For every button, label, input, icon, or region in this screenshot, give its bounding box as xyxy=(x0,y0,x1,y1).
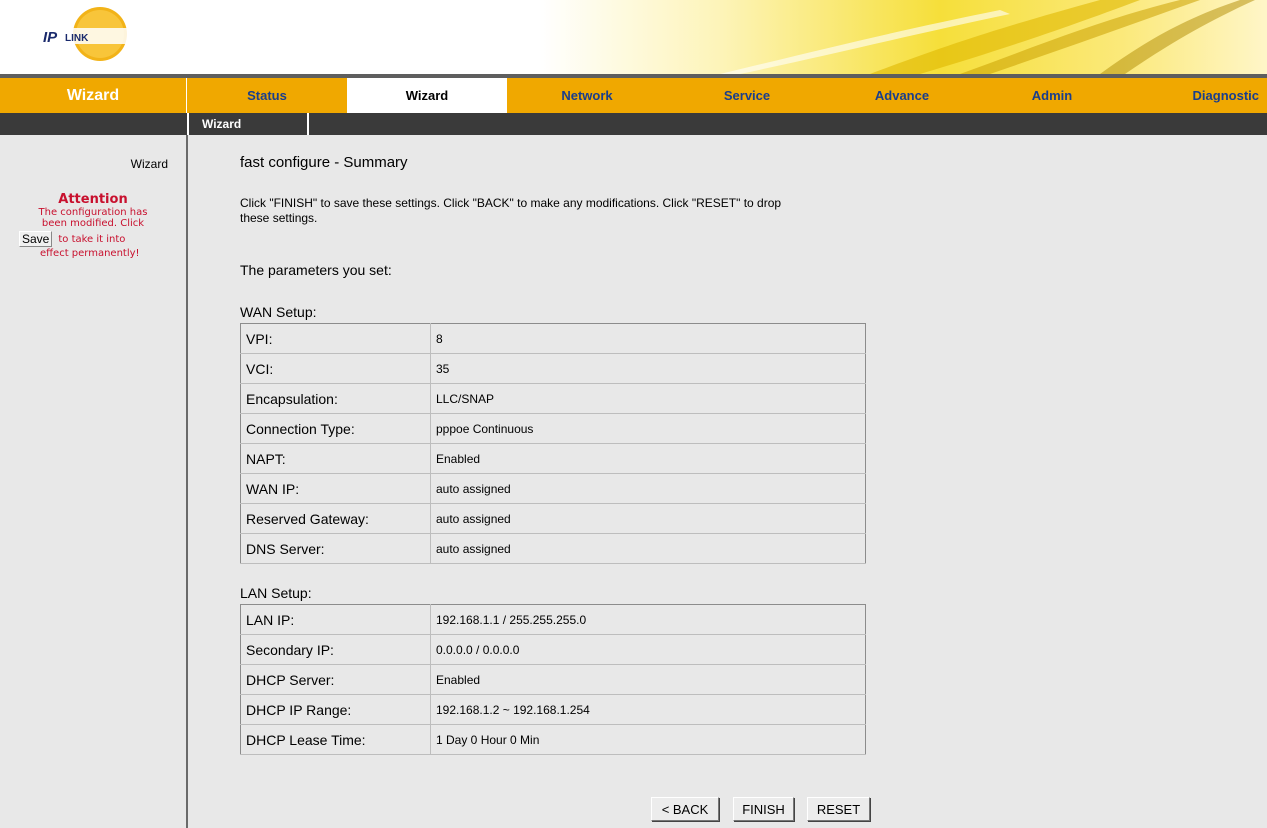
save-row: Save to take it into effect permanently! xyxy=(0,231,186,259)
reset-button[interactable]: RESET xyxy=(807,797,870,821)
subtab-wizard[interactable]: Wizard xyxy=(187,113,309,135)
row-label: DHCP Lease Time: xyxy=(240,724,431,755)
wan-setup-heading: WAN Setup: xyxy=(240,304,317,320)
row-label: DHCP IP Range: xyxy=(240,694,431,725)
tab-advance[interactable]: Advance xyxy=(827,78,977,113)
row-label: LAN IP: xyxy=(240,604,431,635)
row-value: 0.0.0.0 / 0.0.0.0 xyxy=(430,634,866,665)
attention-text-line: The configuration has xyxy=(38,207,148,218)
table-row: VCI: 35 xyxy=(240,353,866,384)
save-button[interactable]: Save xyxy=(19,231,53,247)
sidebar-item-wizard[interactable]: Wizard xyxy=(131,157,168,171)
table-row: DHCP IP Range: 192.168.1.2 ~ 192.168.1.25… xyxy=(240,694,866,725)
sidebar: Wizard Attention The configuration has b… xyxy=(0,135,188,828)
row-value: Enabled xyxy=(430,664,866,695)
svg-text:LINK: LINK xyxy=(65,33,89,44)
top-nav-bar: Wizard Status Wizard Network Service Adv… xyxy=(0,74,1267,113)
row-label: VPI: xyxy=(240,323,431,354)
lan-summary-table: LAN IP: 192.168.1.1 / 255.255.255.0 Secon… xyxy=(240,604,866,755)
row-label: NAPT: xyxy=(240,443,431,474)
lan-setup-heading: LAN Setup: xyxy=(240,585,312,601)
attention-text-line: to take it into xyxy=(58,234,126,245)
header-banner: IP LINK xyxy=(0,0,1267,74)
row-value: auto assigned xyxy=(430,473,866,504)
row-value: 192.168.1.2 ~ 192.168.1.254 xyxy=(430,694,866,725)
row-value: 8 xyxy=(430,323,866,354)
row-value: 1 Day 0 Hour 0 Min xyxy=(430,724,866,755)
row-label: Encapsulation: xyxy=(240,383,431,414)
table-row: Secondary IP: 0.0.0.0 / 0.0.0.0 xyxy=(240,634,866,665)
nav-section-title: Wizard xyxy=(0,78,187,113)
row-label: Reserved Gateway: xyxy=(240,503,431,534)
page-description: Click "FINISH" to save these settings. C… xyxy=(240,196,782,225)
svg-text:IP: IP xyxy=(43,29,58,46)
row-label: DHCP Server: xyxy=(240,664,431,695)
row-value: 35 xyxy=(430,353,866,384)
row-label: WAN IP: xyxy=(240,473,431,504)
tab-service[interactable]: Service xyxy=(667,78,827,113)
sub-nav-bar: Wizard xyxy=(0,113,1267,135)
table-row: DNS Server: auto assigned xyxy=(240,533,866,564)
finish-button[interactable]: FINISH xyxy=(733,797,794,821)
row-label: Secondary IP: xyxy=(240,634,431,665)
attention-title: Attention xyxy=(58,192,128,207)
back-button[interactable]: < BACK xyxy=(651,797,719,821)
row-value: Enabled xyxy=(430,443,866,474)
banner-graphic xyxy=(540,0,1267,74)
table-row: WAN IP: auto assigned xyxy=(240,473,866,504)
tab-diagnostic[interactable]: Diagnostic xyxy=(1127,78,1267,113)
main-content: fast configure - Summary Click "FINISH" … xyxy=(188,135,1267,828)
tab-admin[interactable]: Admin xyxy=(977,78,1127,113)
row-label: DNS Server: xyxy=(240,533,431,564)
table-row: DHCP Server: Enabled xyxy=(240,664,866,695)
row-label: VCI: xyxy=(240,353,431,384)
table-row: VPI: 8 xyxy=(240,323,866,354)
row-value: auto assigned xyxy=(430,533,866,564)
table-row: Connection Type: pppoe Continuous xyxy=(240,413,866,444)
attention-text-line: effect permanently! xyxy=(40,248,140,259)
row-value: 192.168.1.1 / 255.255.255.0 xyxy=(430,604,866,635)
table-row: Reserved Gateway: auto assigned xyxy=(240,503,866,534)
row-value: pppoe Continuous xyxy=(430,413,866,444)
row-value: LLC/SNAP xyxy=(430,383,866,414)
table-row: NAPT: Enabled xyxy=(240,443,866,474)
table-row: Encapsulation: LLC/SNAP xyxy=(240,383,866,414)
tab-wizard[interactable]: Wizard xyxy=(347,78,507,113)
tab-network[interactable]: Network xyxy=(507,78,667,113)
wan-summary-table: VPI: 8 VCI: 35 Encapsulation: LLC/SNAP Conn… xyxy=(240,323,866,564)
attention-text-line: been modified. Click xyxy=(41,218,145,229)
tab-status[interactable]: Status xyxy=(187,78,347,113)
page-title: fast configure - Summary xyxy=(240,154,408,171)
params-heading: The parameters you set: xyxy=(240,262,392,278)
table-row: LAN IP: 192.168.1.1 / 255.255.255.0 xyxy=(240,604,866,635)
iplink-logo: IP LINK xyxy=(40,7,136,61)
table-row: DHCP Lease Time: 1 Day 0 Hour 0 Min xyxy=(240,724,866,755)
row-label: Connection Type: xyxy=(240,413,431,444)
attention-notice: Attention The configuration has been mod… xyxy=(0,192,186,259)
row-value: auto assigned xyxy=(430,503,866,534)
